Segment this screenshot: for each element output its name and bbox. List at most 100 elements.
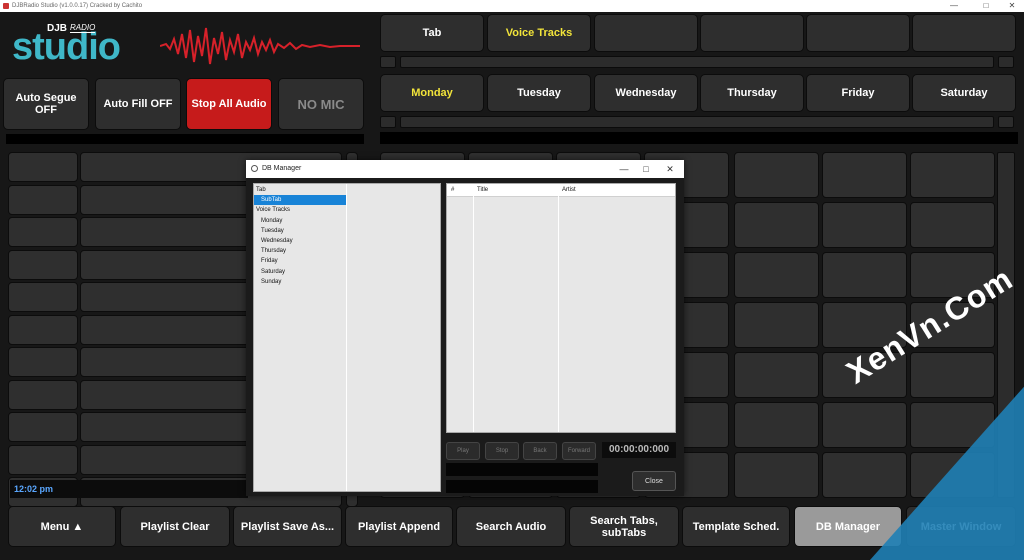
tree-item[interactable]: Sunday — [261, 277, 281, 287]
clock-display: 12:02 pm — [10, 480, 248, 498]
cart-cell[interactable] — [734, 352, 819, 398]
tree-item[interactable]: Monday — [261, 216, 282, 226]
audio-list-header: # Title Artist — [447, 184, 675, 197]
playlist-cell[interactable] — [8, 444, 78, 475]
subtab-tuesday[interactable]: Tuesday — [487, 74, 591, 112]
tab-empty-5[interactable] — [806, 14, 910, 52]
auto-segue-button[interactable]: Auto Segue OFF — [3, 78, 89, 130]
list-column-divider — [473, 196, 474, 432]
subtab-wednesday[interactable]: Wednesday — [594, 74, 698, 112]
audio-list[interactable]: # Title Artist — [446, 183, 676, 433]
list-column-divider — [558, 196, 559, 432]
subtab-saturday[interactable]: Saturday — [912, 74, 1016, 112]
tab-tab[interactable]: Tab — [380, 14, 484, 52]
cart-cell[interactable] — [734, 402, 819, 448]
db-manager-dialog: DB Manager — □ ✕ Tab SubTab Voice Tracks Mo… — [246, 160, 684, 496]
volume-bar[interactable] — [446, 480, 598, 493]
playlist-cell[interactable] — [8, 379, 78, 410]
cart-cell[interactable] — [910, 202, 995, 248]
cart-cell[interactable] — [734, 202, 819, 248]
tree-item[interactable]: Thursday — [261, 246, 286, 256]
dialog-minimize-button[interactable]: — — [614, 160, 634, 178]
playlist-append-button[interactable]: Playlist Append — [345, 506, 453, 547]
template-sched-button[interactable]: Template Sched. — [682, 506, 790, 547]
playlist-cell[interactable] — [8, 249, 78, 280]
tab-empty-4[interactable] — [700, 14, 804, 52]
menu-button[interactable]: Menu ▲ — [8, 506, 116, 547]
time-display: 00:00:00:000 — [602, 442, 676, 458]
tree-item[interactable]: Wednesday — [261, 236, 293, 246]
tabs-scroll-left[interactable] — [380, 56, 396, 68]
cart-cell[interactable] — [822, 252, 907, 298]
playlist-cell[interactable] — [8, 217, 78, 247]
dialog-maximize-button[interactable]: □ — [636, 160, 656, 178]
playlist-cell[interactable] — [8, 412, 78, 442]
level-meter — [6, 134, 364, 144]
days-scrollbar[interactable] — [400, 116, 994, 128]
days-scroll-left[interactable] — [380, 116, 396, 128]
dialog-title: DB Manager — [262, 165, 302, 172]
auto-fill-button[interactable]: Auto Fill OFF — [95, 78, 181, 130]
cart-cell[interactable] — [822, 202, 907, 248]
logo-radio-text: RADIO — [70, 23, 96, 33]
search-audio-button[interactable]: Search Audio — [456, 506, 566, 547]
tabs-scroll-right[interactable] — [998, 56, 1014, 68]
days-scroll-right[interactable] — [998, 116, 1014, 128]
cart-cell[interactable] — [734, 252, 819, 298]
column-title[interactable]: Title — [477, 184, 488, 196]
subtab-thursday[interactable]: Thursday — [700, 74, 804, 112]
forward-button[interactable]: Forward — [562, 442, 596, 460]
tree-column-divider — [346, 184, 347, 491]
stop-button[interactable]: Stop — [485, 442, 519, 460]
playlist-cell[interactable] — [8, 282, 78, 312]
tabs-scrollbar[interactable] — [400, 56, 994, 68]
dialog-close-button[interactable]: Close — [632, 471, 676, 491]
tree-item[interactable]: Tuesday — [261, 226, 284, 236]
studio-logo: studio DJB RADIO — [10, 20, 360, 72]
logo-djb-text: DJB — [47, 23, 68, 34]
cart-cell[interactable] — [734, 152, 819, 198]
cart-cell[interactable] — [822, 152, 907, 198]
tree-item[interactable]: Tab — [256, 185, 266, 195]
dialog-app-icon — [251, 165, 258, 172]
subtab-friday[interactable]: Friday — [806, 74, 910, 112]
app-icon — [3, 3, 9, 9]
minimize-button[interactable]: — — [944, 0, 964, 12]
maximize-button[interactable]: □ — [976, 0, 996, 12]
mic-button[interactable]: NO MIC — [278, 78, 364, 130]
tree-item[interactable]: Friday — [261, 256, 278, 266]
playlist-clear-button[interactable]: Playlist Clear — [120, 506, 230, 547]
playlist-cell[interactable] — [8, 314, 78, 345]
cart-cell[interactable] — [734, 452, 819, 498]
tree-item[interactable]: Saturday — [261, 267, 285, 277]
cart-cell[interactable] — [910, 152, 995, 198]
playlist-cell[interactable] — [8, 152, 78, 182]
window-title: DJBRadio Studio (v1.0.0.17) Cracked by C… — [12, 3, 143, 9]
cart-cell[interactable] — [734, 302, 819, 348]
waveform-icon — [160, 27, 360, 65]
column-artist[interactable]: Artist — [562, 184, 576, 196]
stop-all-audio-button[interactable]: Stop All Audio — [186, 78, 272, 130]
close-button[interactable]: ✕ — [1002, 0, 1022, 12]
search-tabs-button[interactable]: Search Tabs, subTabs — [569, 506, 679, 547]
back-button[interactable]: Back — [523, 442, 557, 460]
playlist-save-as-button[interactable]: Playlist Save As... — [233, 506, 342, 547]
playlist-cell[interactable] — [8, 347, 78, 377]
tree-item[interactable]: Voice Tracks — [256, 205, 290, 215]
subtab-monday[interactable]: Monday — [380, 74, 484, 112]
playlist-cell[interactable] — [8, 184, 78, 215]
watermark-shape — [870, 380, 1024, 560]
tab-voice-tracks[interactable]: Voice Tracks — [487, 14, 591, 52]
tab-tree[interactable]: Tab SubTab Voice Tracks Monday Tuesday Wednes… — [253, 183, 441, 492]
tab-empty-3[interactable] — [594, 14, 698, 52]
tree-item[interactable]: SubTab — [254, 195, 346, 206]
window-titlebar: DJBRadio Studio (v1.0.0.17) Cracked by C… — [0, 0, 1024, 12]
dialog-close-x-button[interactable]: ✕ — [660, 160, 680, 178]
column-number[interactable]: # — [451, 184, 454, 196]
days-divider — [380, 132, 1018, 144]
progress-bar[interactable] — [446, 463, 598, 476]
dialog-titlebar: DB Manager — □ ✕ — [246, 160, 684, 178]
dialog-body: Tab SubTab Voice Tracks Monday Tuesday Wednes… — [246, 178, 684, 496]
tab-empty-6[interactable] — [912, 14, 1016, 52]
play-button[interactable]: Play — [446, 442, 480, 460]
